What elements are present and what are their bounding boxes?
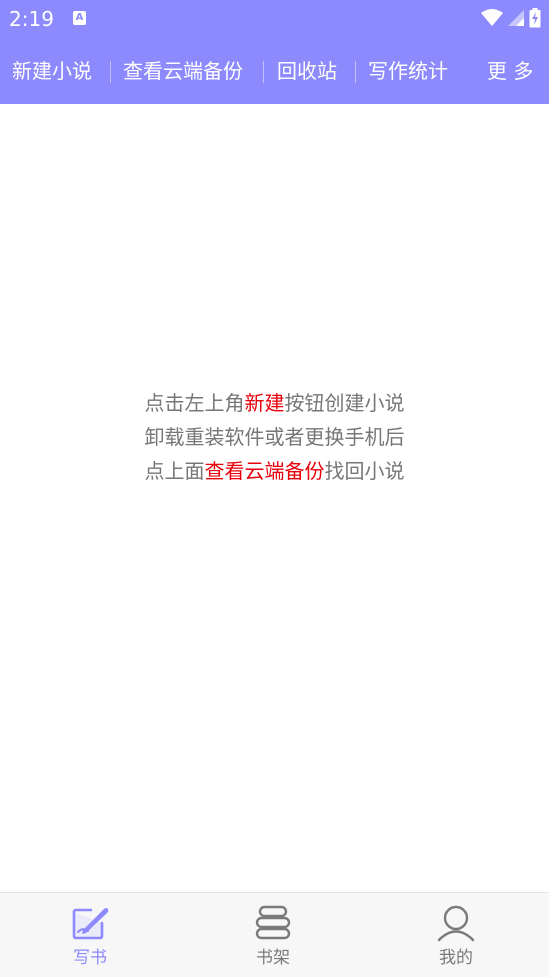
toolbar: 新建小说 查看云端备份 回收站 写作统计 更 多 [0,50,549,92]
status-time: 2:19 [9,7,54,31]
empty-message-line-2: 卸载重装软件或者更换手机后 [144,425,405,449]
bottom-nav: 写书 书架 我的 [0,892,549,977]
signal-icon [508,10,524,26]
pen-book-icon [72,908,109,940]
view-cloud-backup-button[interactable]: 查看云端备份 [123,50,243,92]
new-highlight: 新建 [244,391,285,415]
wifi-icon [481,9,503,26]
writing-stats-button[interactable]: 写作统计 [368,50,448,92]
recycle-bin-button[interactable]: 回收站 [277,50,337,92]
battery-icon [529,8,541,28]
profile-icon [437,905,475,942]
nav-label-profile: 我的 [439,948,473,968]
nav-label-write: 写书 [73,948,107,968]
empty-message-line-1: 点击左上角新建按钮创建小说 [144,391,405,415]
bookshelf-icon [255,905,291,940]
empty-state-message: 点击左上角新建按钮创建小说 卸载重装软件或者更换手机后 点上面查看云端备份找回小… [0,386,549,488]
status-icons [481,7,541,29]
status-bar: 2:19 A [0,0,549,38]
notification-icon: A [73,11,86,25]
toolbar-divider [263,61,264,83]
nav-tab-write[interactable]: 写书 [30,893,150,977]
empty-message-line-3: 点上面查看云端备份找回小说 [144,459,405,483]
app-header: 2:19 A 新建小说 查看云端备份 回收站 写作统计 更 多 [0,0,549,104]
more-button[interactable]: 更 多 [487,50,533,92]
toolbar-divider [110,61,111,83]
nav-tab-bookshelf[interactable]: 书架 [213,893,333,977]
new-novel-button[interactable]: 新建小说 [12,50,92,92]
nav-tab-profile[interactable]: 我的 [396,893,516,977]
toolbar-divider [355,61,356,83]
nav-label-bookshelf: 书架 [256,948,290,968]
cloud-backup-highlight: 查看云端备份 [204,459,325,483]
